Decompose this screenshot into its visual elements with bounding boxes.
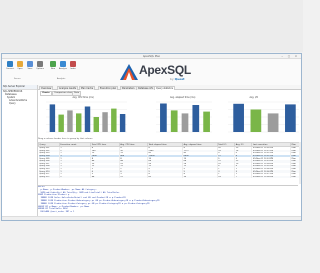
background-top	[0, 0, 303, 52]
chart-title: Avg. CPU time (ms)	[72, 96, 94, 99]
chart-bar[interactable]	[84, 106, 91, 133]
chart-bar[interactable]	[285, 104, 296, 132]
index-icon	[70, 61, 76, 67]
bar-chart: Avg. elapsed time (ms)	[152, 96, 212, 136]
ribbon-button-label: Analyze	[59, 68, 67, 70]
ribbon-button-connect[interactable]: Connect	[5, 61, 15, 70]
ribbon-button-analyze[interactable]: Analyze	[58, 61, 68, 70]
chart-bar[interactable]	[181, 113, 189, 132]
options-icon	[37, 61, 43, 67]
chart-bar[interactable]	[233, 103, 244, 132]
ribbon: Connect Open Save Options New Analyze Index Se…	[2, 59, 301, 86]
window-controls[interactable]: ‒ □ ✕	[281, 55, 299, 58]
save-icon	[27, 61, 33, 67]
chart-title: Avg. elapsed time (ms)	[170, 96, 196, 99]
window-title: ApexSQL Plan	[142, 54, 161, 58]
tab-database-info[interactable]: Database info	[136, 85, 156, 90]
ribbon-group-label: Server	[14, 78, 21, 80]
chart-bar[interactable]	[93, 117, 99, 132]
ribbon-button-save[interactable]: Save	[25, 61, 35, 70]
app-window: ApexSQL Plan ‒ □ ✕ Connect Open Save Option…	[1, 53, 302, 221]
ribbon-button-open[interactable]: Open	[15, 61, 25, 70]
ribbon-button-options[interactable]: Options	[35, 61, 45, 70]
chart-bar[interactable]	[76, 113, 82, 132]
chart-bar[interactable]	[192, 105, 200, 132]
ribbon-button-label: Save	[27, 68, 33, 70]
chart-plot	[46, 101, 127, 133]
brand-logo: ApexSQL by Quest	[120, 63, 200, 81]
left-panel: SQL Server Explorer SQL-SERVER2016 Databa…	[2, 85, 38, 220]
connect-icon	[7, 61, 13, 67]
tab-execution-plan[interactable]: Execution plan	[98, 85, 119, 90]
chart-bar[interactable]	[170, 110, 178, 132]
code-line: DECLARE @sort_order INT = 1	[38, 211, 75, 214]
table-cell: 60	[147, 175, 184, 179]
chart-bar[interactable]	[102, 112, 108, 132]
analyze-icon	[60, 61, 66, 67]
table-cell: 44	[90, 175, 120, 179]
new-icon	[50, 61, 56, 67]
bar-chart: Avg. I/O	[224, 96, 299, 136]
table-cell: Query 012	[38, 175, 60, 179]
apexsql-logo-icon	[120, 64, 138, 80]
ribbon-button-label: Connect	[5, 68, 15, 70]
tab-overview[interactable]: Overview	[39, 85, 54, 90]
ribbon-button-label: Options	[36, 68, 44, 70]
tab-parameters[interactable]: Parameters	[120, 85, 137, 90]
chart-bar[interactable]	[67, 110, 73, 132]
table-cell: 7	[234, 175, 253, 179]
table-cell: 22	[119, 175, 148, 179]
brand-by-prefix: by	[170, 77, 174, 81]
chart-plot	[156, 101, 212, 133]
chart-bar[interactable]	[119, 114, 126, 132]
chart-title: Avg. I/O	[249, 96, 259, 99]
brand-byline: by Quest	[170, 77, 185, 81]
table-cell: 14	[217, 175, 236, 179]
table-cell: 09-Nov-21 12:08 PM	[251, 175, 292, 179]
main-tabs: Overview Analysis results Plan Cache Execut…	[38, 85, 301, 90]
chart-bar[interactable]	[49, 104, 56, 132]
status-bar	[2, 216, 301, 220]
brand-name: ApexSQL	[139, 63, 191, 77]
tab-plan-cache[interactable]: Plan Cache	[79, 85, 96, 90]
ribbon-button-new[interactable]: New	[48, 61, 58, 70]
ribbon-button-index[interactable]: Index	[68, 61, 78, 70]
chart-bar[interactable]	[267, 113, 279, 132]
results-grid: Query Execution count Total CPU time Avg. C…	[38, 142, 301, 179]
chart-bar[interactable]	[111, 108, 117, 132]
chart-plot	[228, 101, 299, 133]
chart-bar[interactable]	[203, 111, 210, 132]
ribbon-button-label: New	[50, 68, 56, 70]
chart-bar[interactable]	[250, 109, 262, 133]
table-cell: 2	[59, 175, 92, 179]
tab-analysis-results[interactable]: Analysis results	[57, 85, 79, 90]
bar-chart: Avg. CPU time (ms)	[42, 96, 127, 136]
open-icon	[17, 61, 23, 67]
group-by-hint: Drag a column header here to group by th…	[38, 138, 93, 140]
grid-scrollbar[interactable]	[299, 142, 301, 184]
table-cell: 30	[182, 175, 218, 179]
chart-bar[interactable]	[160, 103, 167, 133]
table-row[interactable]: Query 012 2 44 22 60 30 14 7 09-Nov-21 12:08 PM P…	[38, 175, 301, 179]
brand-company: Quest	[174, 77, 185, 81]
tree-item[interactable]: Query	[2, 102, 37, 105]
tab-query-statistics[interactable]: Query statistics	[154, 85, 176, 90]
ribbon-button-label: Open	[17, 68, 23, 70]
sql-editor[interactable]: SELECT p.Name, p.ProductNumber, pc.Name …	[38, 185, 298, 219]
ribbon-button-label: Index	[70, 68, 76, 70]
chart-bar[interactable]	[58, 114, 64, 132]
ribbon-group-label: Analysis	[57, 78, 66, 80]
